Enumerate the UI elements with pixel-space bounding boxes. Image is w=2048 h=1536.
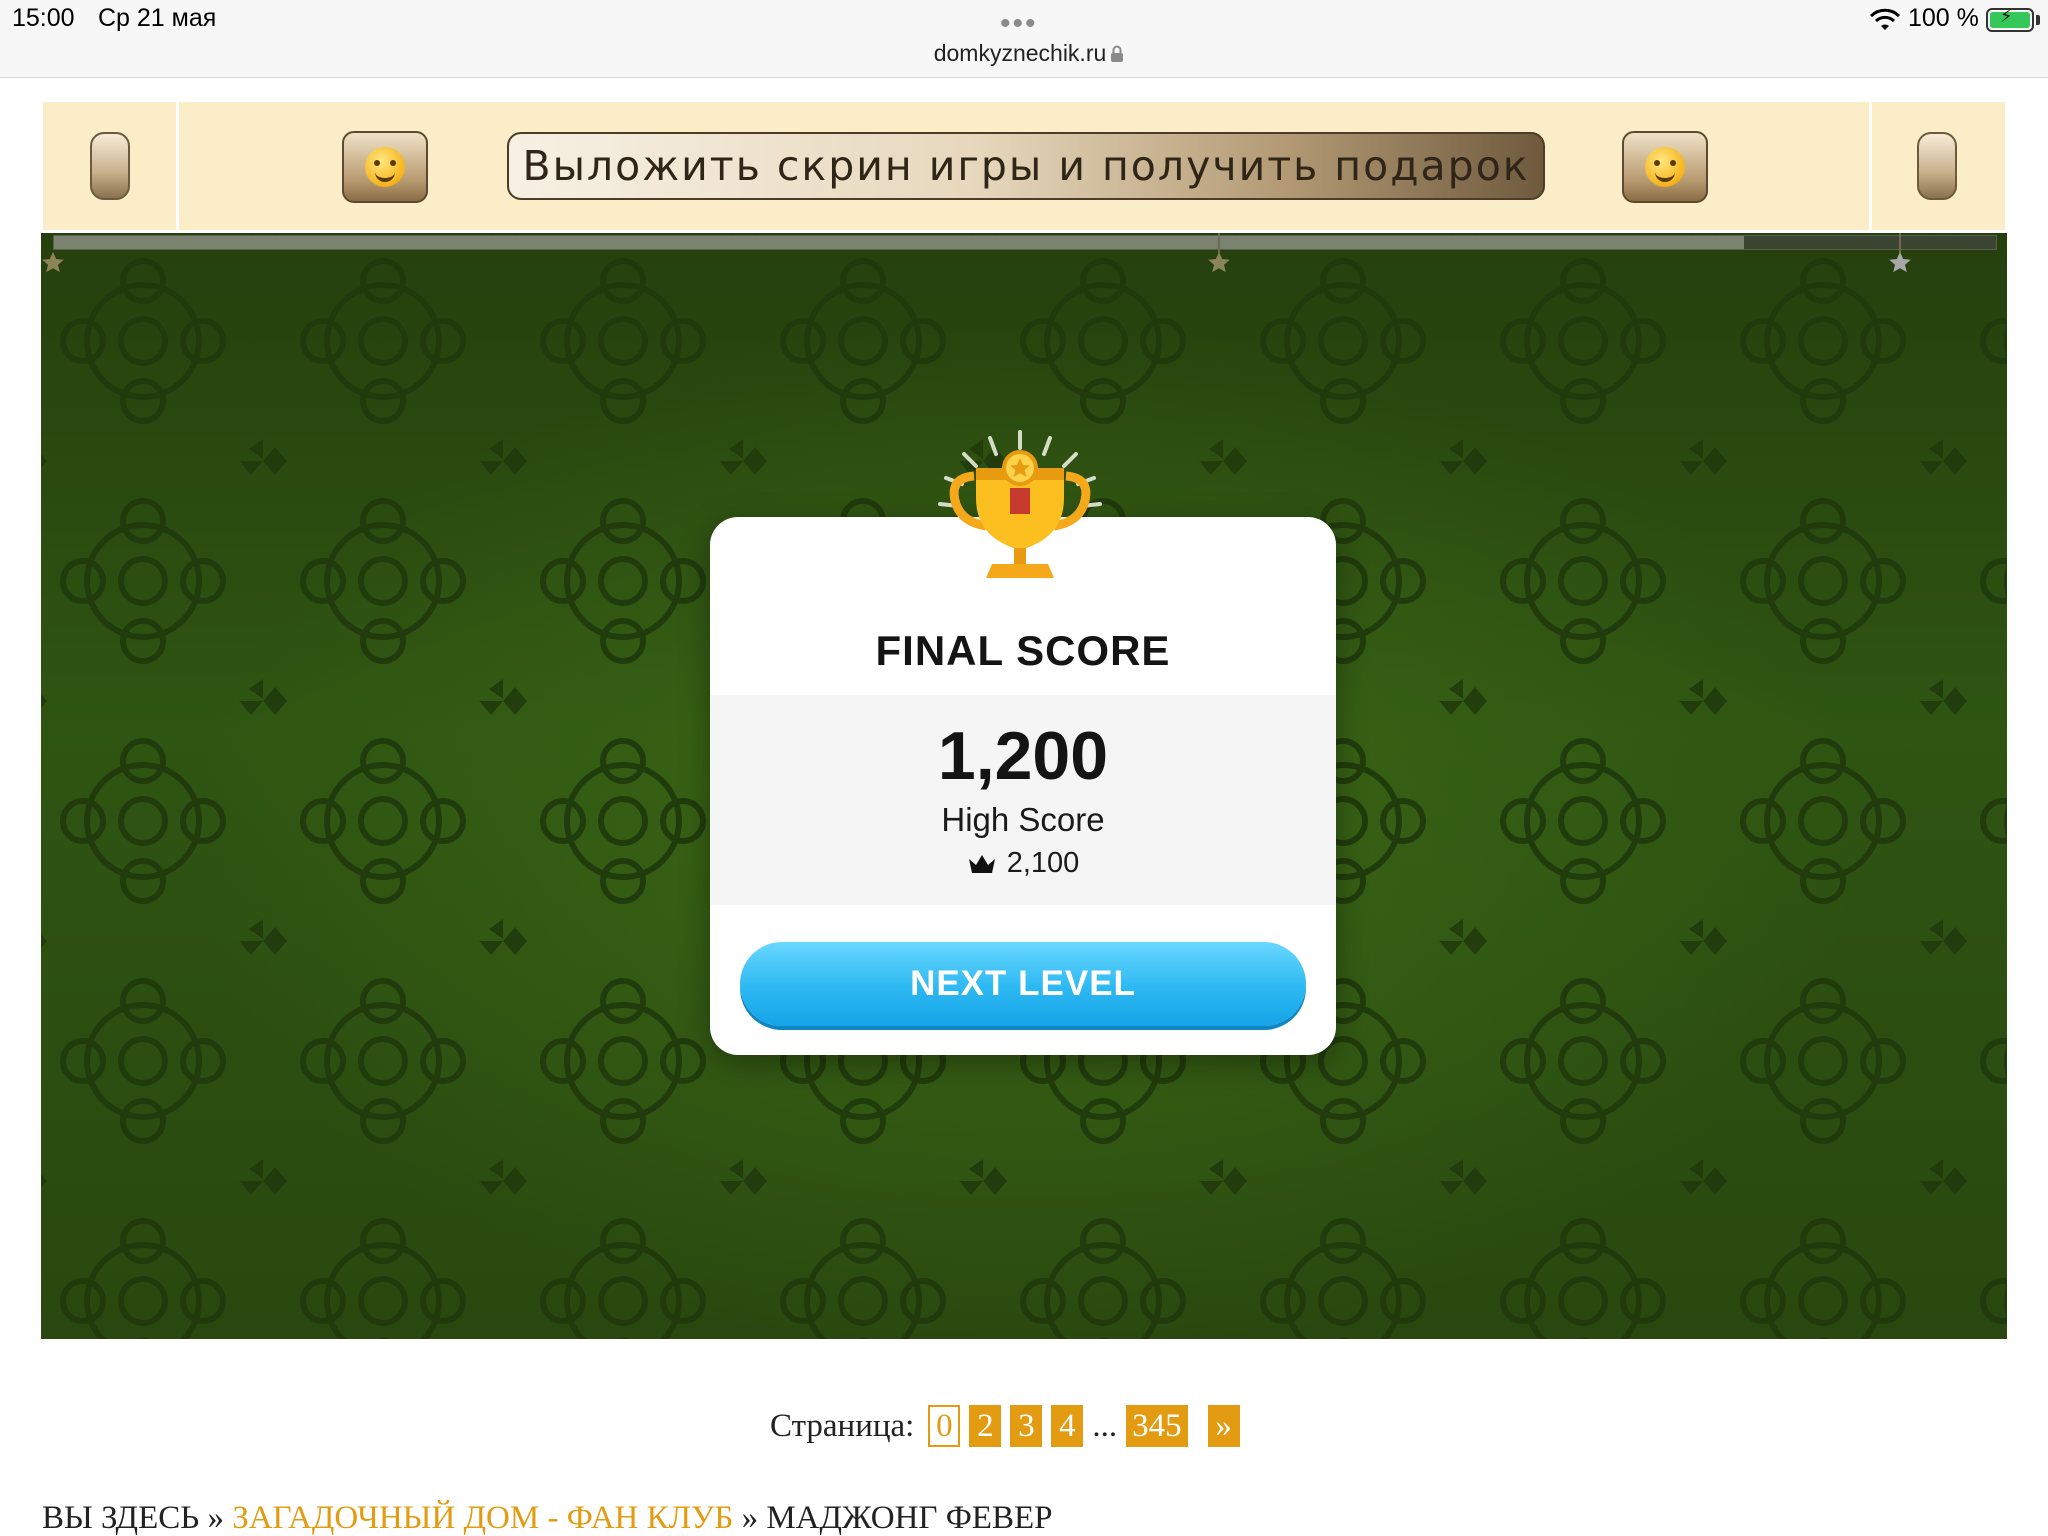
page-link-current[interactable]: 0 (928, 1405, 961, 1447)
next-level-label: NEXT LEVEL (910, 964, 1136, 1003)
final-score-title: FINAL SCORE (875, 627, 1171, 674)
level-progress-bar (53, 235, 1997, 250)
high-score-value: 2,100 (1006, 847, 1080, 879)
next-level-button[interactable]: NEXT LEVEL (740, 942, 1306, 1026)
lock-icon (1111, 45, 1123, 62)
page-link[interactable]: 2 (969, 1405, 1002, 1447)
progress-marker (1218, 233, 1220, 253)
final-score-card: FINAL SCORE 1,200 High Score 2,100 NEXT … (710, 517, 1336, 1055)
progress-star-icon (1889, 252, 1911, 273)
breadcrumb-prefix: ВЫ ЗДЕСЬ (42, 1500, 200, 1536)
left-emoji-button[interactable] (342, 131, 428, 203)
page-link[interactable]: 3 (1010, 1405, 1043, 1447)
more-dots-icon[interactable]: ••• (1000, 9, 1038, 39)
banner-divider (1869, 102, 1872, 230)
share-screenshot-button[interactable]: Выложить скрин игры и получить подарок (507, 132, 1545, 200)
status-bar: 15:00 Ср 21 мая ••• domkyznechik.ru 100 … (0, 0, 2048, 78)
breadcrumb: ВЫ ЗДЕСЬ » ЗАГАДОЧНЫЙ ДОМ - ФАН КЛУБ » М… (42, 1500, 1052, 1536)
pagination: Страница: 0 2 3 4 ... 345 » (770, 1404, 1249, 1448)
battery-cap (2036, 15, 2040, 25)
progress-star-icon (42, 252, 64, 273)
right-slider-handle[interactable] (1917, 132, 1957, 200)
pagination-label: Страница: (770, 1407, 915, 1444)
crown-icon (968, 854, 995, 873)
page-link-last[interactable]: 345 (1126, 1405, 1188, 1447)
breadcrumb-separator: » (207, 1500, 224, 1536)
pagination-ellipsis: ... (1092, 1407, 1118, 1444)
high-score-row: 2,100 (710, 847, 1336, 880)
trophy-icon (938, 430, 1102, 578)
final-score-value: 1,200 (937, 718, 1109, 794)
battery-percent: 100 % (1908, 4, 1979, 32)
page-next-button[interactable]: » (1207, 1405, 1240, 1447)
promo-banner: Выложить скрин игры и получить подарок (43, 102, 2005, 230)
banner-divider (176, 102, 179, 230)
left-slider-handle[interactable] (90, 132, 130, 200)
level-progress-fill (54, 236, 1744, 249)
progress-marker (1899, 233, 1901, 253)
breadcrumb-separator: » (741, 1500, 759, 1536)
right-emoji-button[interactable] (1622, 131, 1708, 203)
high-score-label: High Score (941, 801, 1105, 838)
status-date: Ср 21 мая (98, 4, 217, 32)
share-screenshot-label: Выложить скрин игры и получить подарок (522, 142, 1530, 190)
battery-icon (1986, 6, 2034, 32)
address-bar-url[interactable]: domkyznechik.ru (920, 40, 1120, 67)
hugging-face-icon (365, 147, 405, 187)
status-time: 15:00 (12, 4, 75, 32)
wifi-icon (1870, 8, 1900, 30)
breadcrumb-current: МАДЖОНГ ФЕВЕР (766, 1500, 1053, 1536)
progress-star-icon (1208, 252, 1230, 273)
breadcrumb-link-fan-club[interactable]: ЗАГАДОЧНЫЙ ДОМ - ФАН КЛУБ (232, 1500, 733, 1536)
hugging-face-icon (1645, 147, 1685, 187)
page-link[interactable]: 4 (1051, 1405, 1084, 1447)
